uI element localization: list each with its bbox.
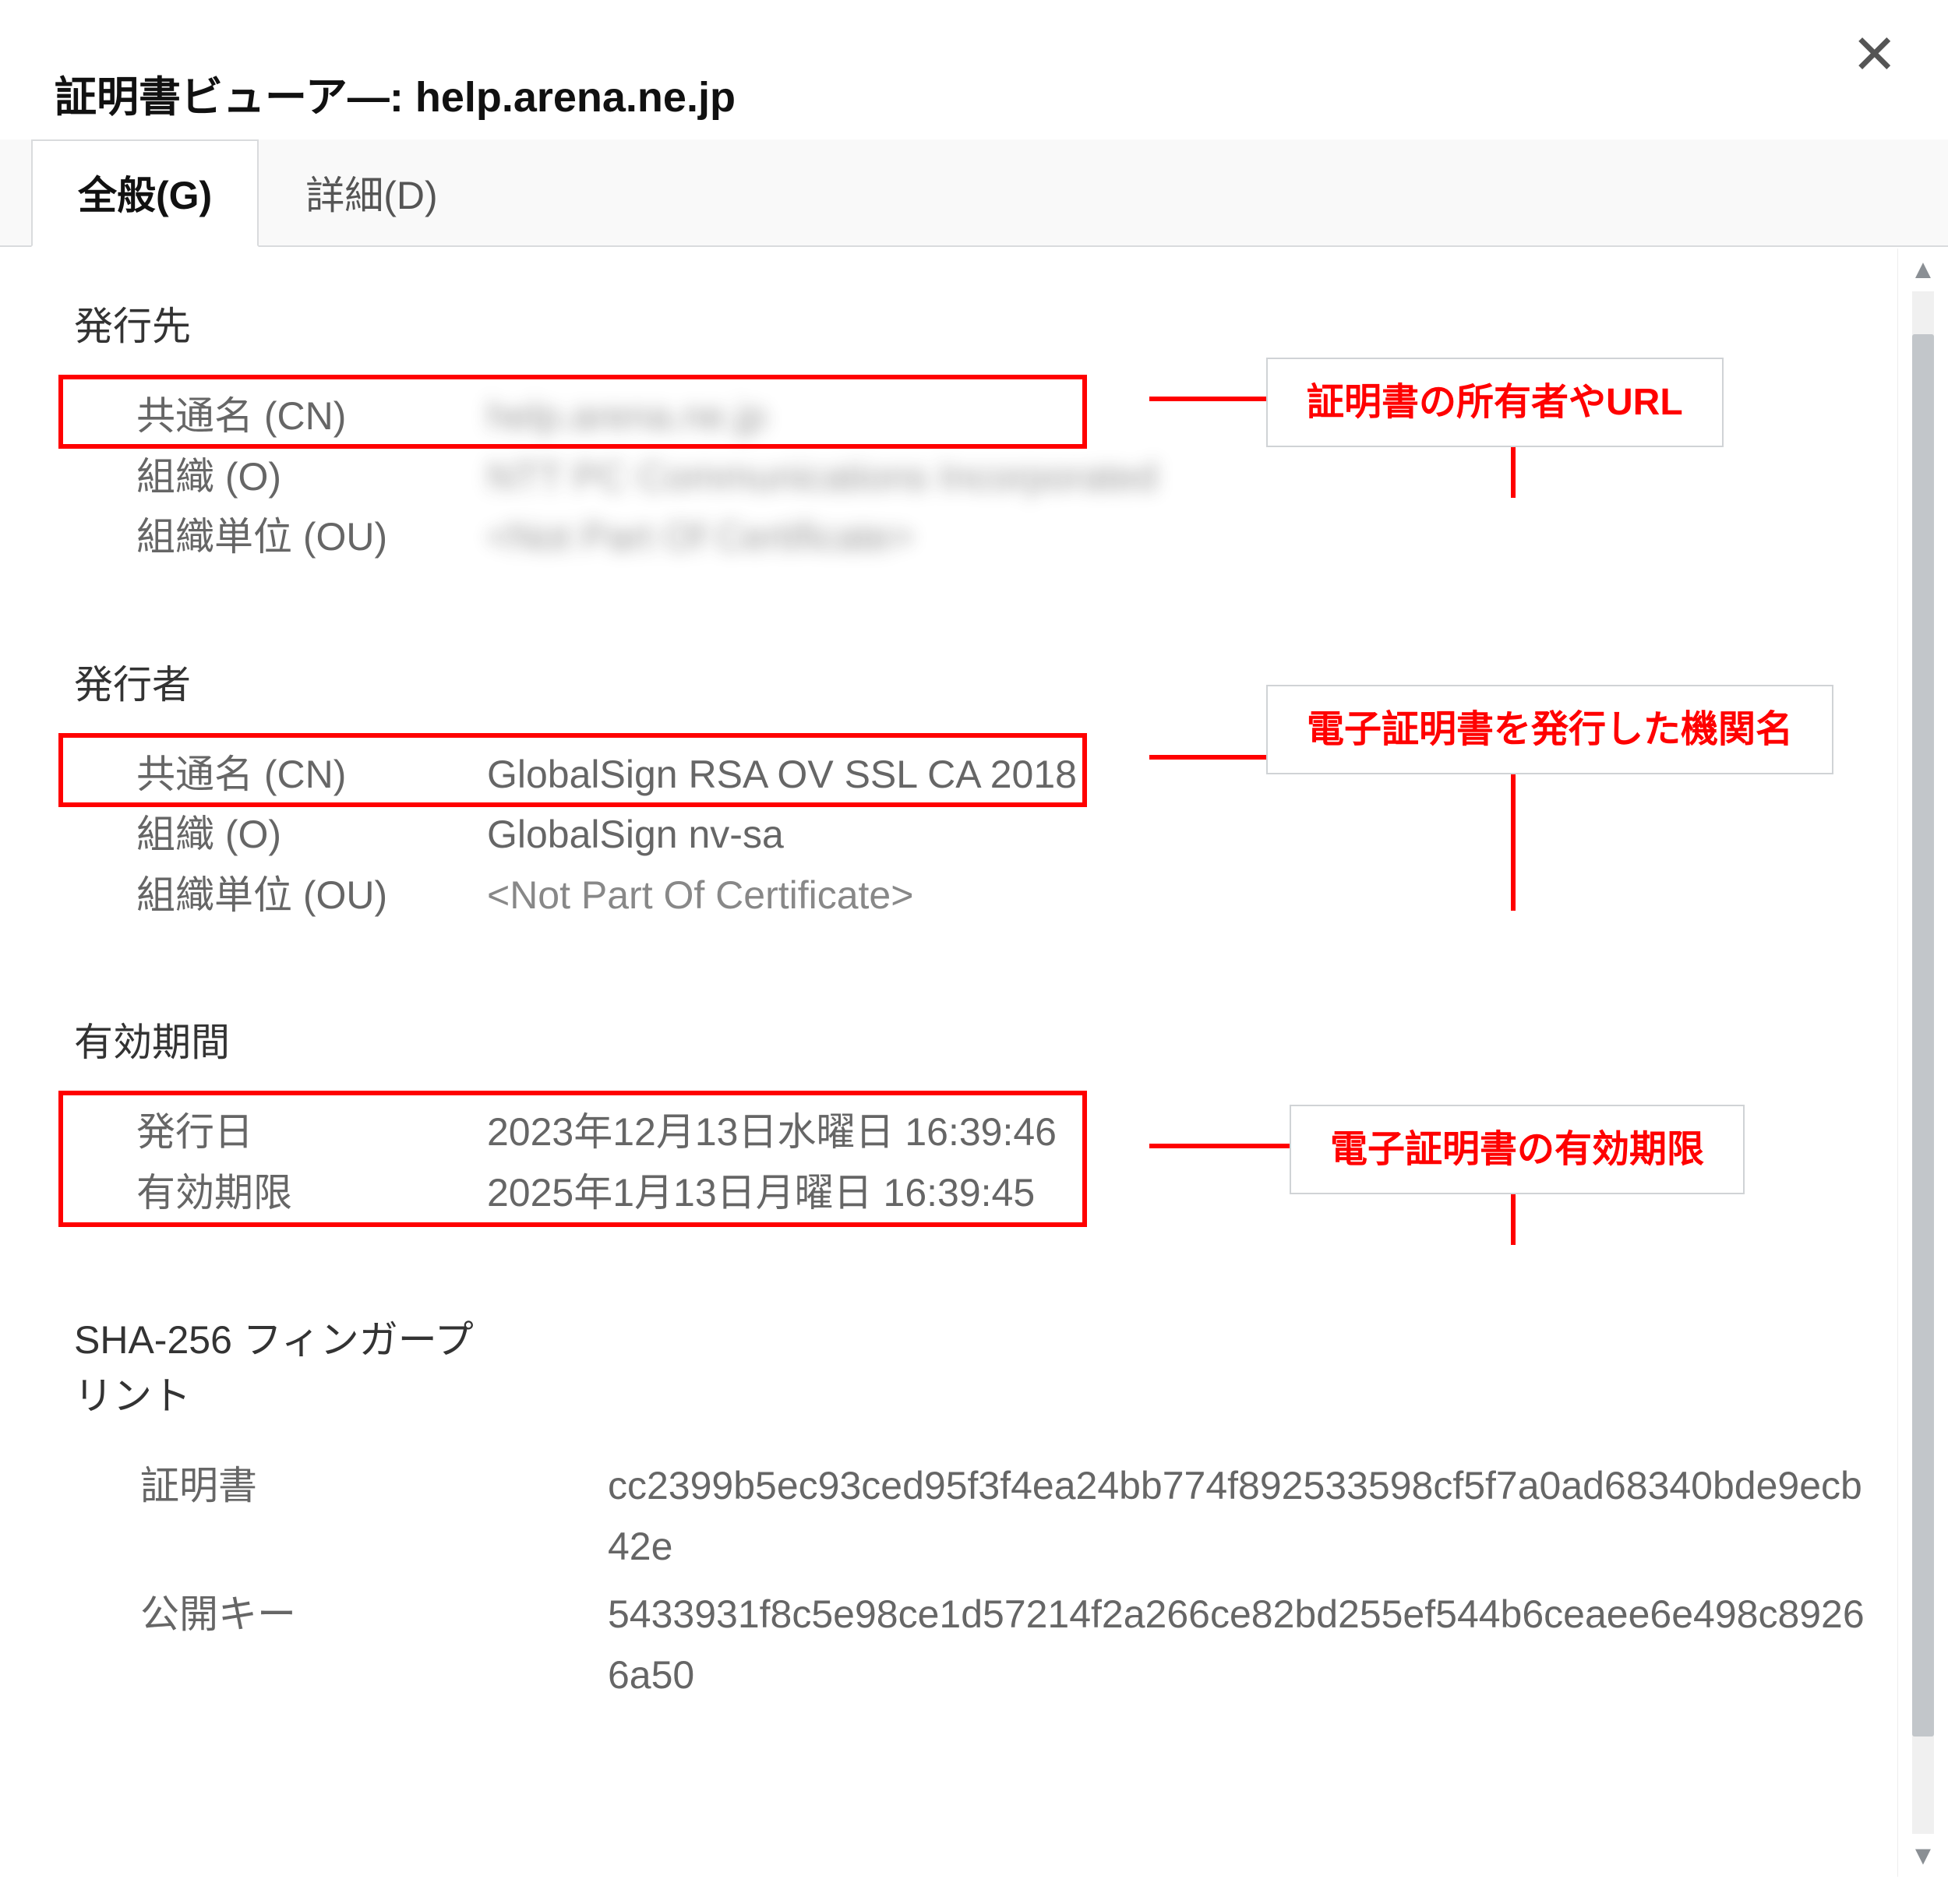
issuer-o-label: 組織 (O)	[136, 805, 487, 866]
issued-to-ou-value: <Not Part Of Certificate>	[487, 507, 913, 568]
issuer-cn-value: GlobalSign RSA OV SSL CA 2018	[487, 745, 1077, 806]
issued-to-section: 発行先 共通名 (CN) help.arena.ne.jp 組織 (O) NTT…	[74, 295, 1874, 568]
fp-cert-value: cc2399b5ec93ced95f3f4ea24bb774f892533598…	[608, 1456, 1874, 1577]
close-icon[interactable]: ✕	[1844, 27, 1905, 82]
issued-to-cn-label: 共通名 (CN)	[136, 386, 487, 447]
fingerprints-heading: SHA-256 フィンガープリント	[74, 1309, 503, 1421]
issuer-section: 発行者 共通名 (CN) GlobalSign RSA OV SSL CA 20…	[74, 654, 1874, 926]
tab-bar: 全般(G) 詳細(D)	[0, 139, 1948, 247]
issued-to-ou-label: 組織単位 (OU)	[136, 507, 487, 568]
validity-issued-value: 2023年12月13日水曜日 16:39:46	[487, 1102, 1057, 1163]
scroll-up-icon[interactable]: ▲	[1898, 256, 1948, 283]
validity-issued-label: 発行日	[136, 1102, 487, 1163]
scrollbar[interactable]: ▲ ▼	[1897, 249, 1948, 1877]
issued-to-o-label: 組織 (O)	[136, 447, 487, 508]
scroll-thumb[interactable]	[1912, 334, 1934, 1737]
issuer-cn-label: 共通名 (CN)	[136, 745, 487, 806]
fp-cert-label: 証明書	[140, 1456, 608, 1517]
annotation-issuer: 電子証明書を発行した機関名	[1266, 685, 1833, 774]
title-bar: 証明書ビューア―: help.arena.ne.jp ✕	[0, 0, 1948, 141]
validity-heading: 有効期間	[74, 1011, 1874, 1067]
annotation-issued-to: 証明書の所有者やURL	[1266, 358, 1724, 447]
fp-pubkey-label: 公開キー	[140, 1585, 608, 1645]
title-prefix: 証明書ビューア―:	[55, 74, 415, 121]
annotation-validity: 電子証明書の有効期限	[1290, 1105, 1745, 1194]
issued-to-heading: 発行先	[74, 295, 1874, 351]
window-title: 証明書ビューア―: help.arena.ne.jp	[55, 62, 736, 124]
issuer-ou-label: 組織単位 (OU)	[136, 866, 487, 926]
validity-section: 有効期間 発行日 2023年12月13日水曜日 16:39:46 有効期限 20…	[74, 1011, 1874, 1223]
content-panel: 発行先 共通名 (CN) help.arena.ne.jp 組織 (O) NTT…	[0, 249, 1897, 1877]
issued-to-o-value: NTT PC Communications Incorporated	[487, 447, 1158, 508]
issued-to-cn-value: help.arena.ne.jp	[487, 386, 767, 447]
issuer-o-value: GlobalSign nv-sa	[487, 805, 784, 866]
tab-general[interactable]: 全般(G)	[31, 139, 259, 247]
scroll-down-icon[interactable]: ▼	[1898, 1842, 1948, 1869]
title-domain: help.arena.ne.jp	[415, 74, 736, 121]
validity-expires-label: 有効期限	[136, 1163, 487, 1224]
fp-pubkey-value: 5433931f8c5e98ce1d57214f2a266ce82bd255ef…	[608, 1585, 1874, 1705]
validity-expires-value: 2025年1月13日月曜日 16:39:45	[487, 1163, 1035, 1224]
fingerprints-section: SHA-256 フィンガープリント 証明書 cc2399b5ec93ced95f…	[74, 1309, 1874, 1705]
tab-details[interactable]: 詳細(D)	[259, 139, 484, 245]
issuer-ou-value: <Not Part Of Certificate>	[487, 866, 913, 926]
